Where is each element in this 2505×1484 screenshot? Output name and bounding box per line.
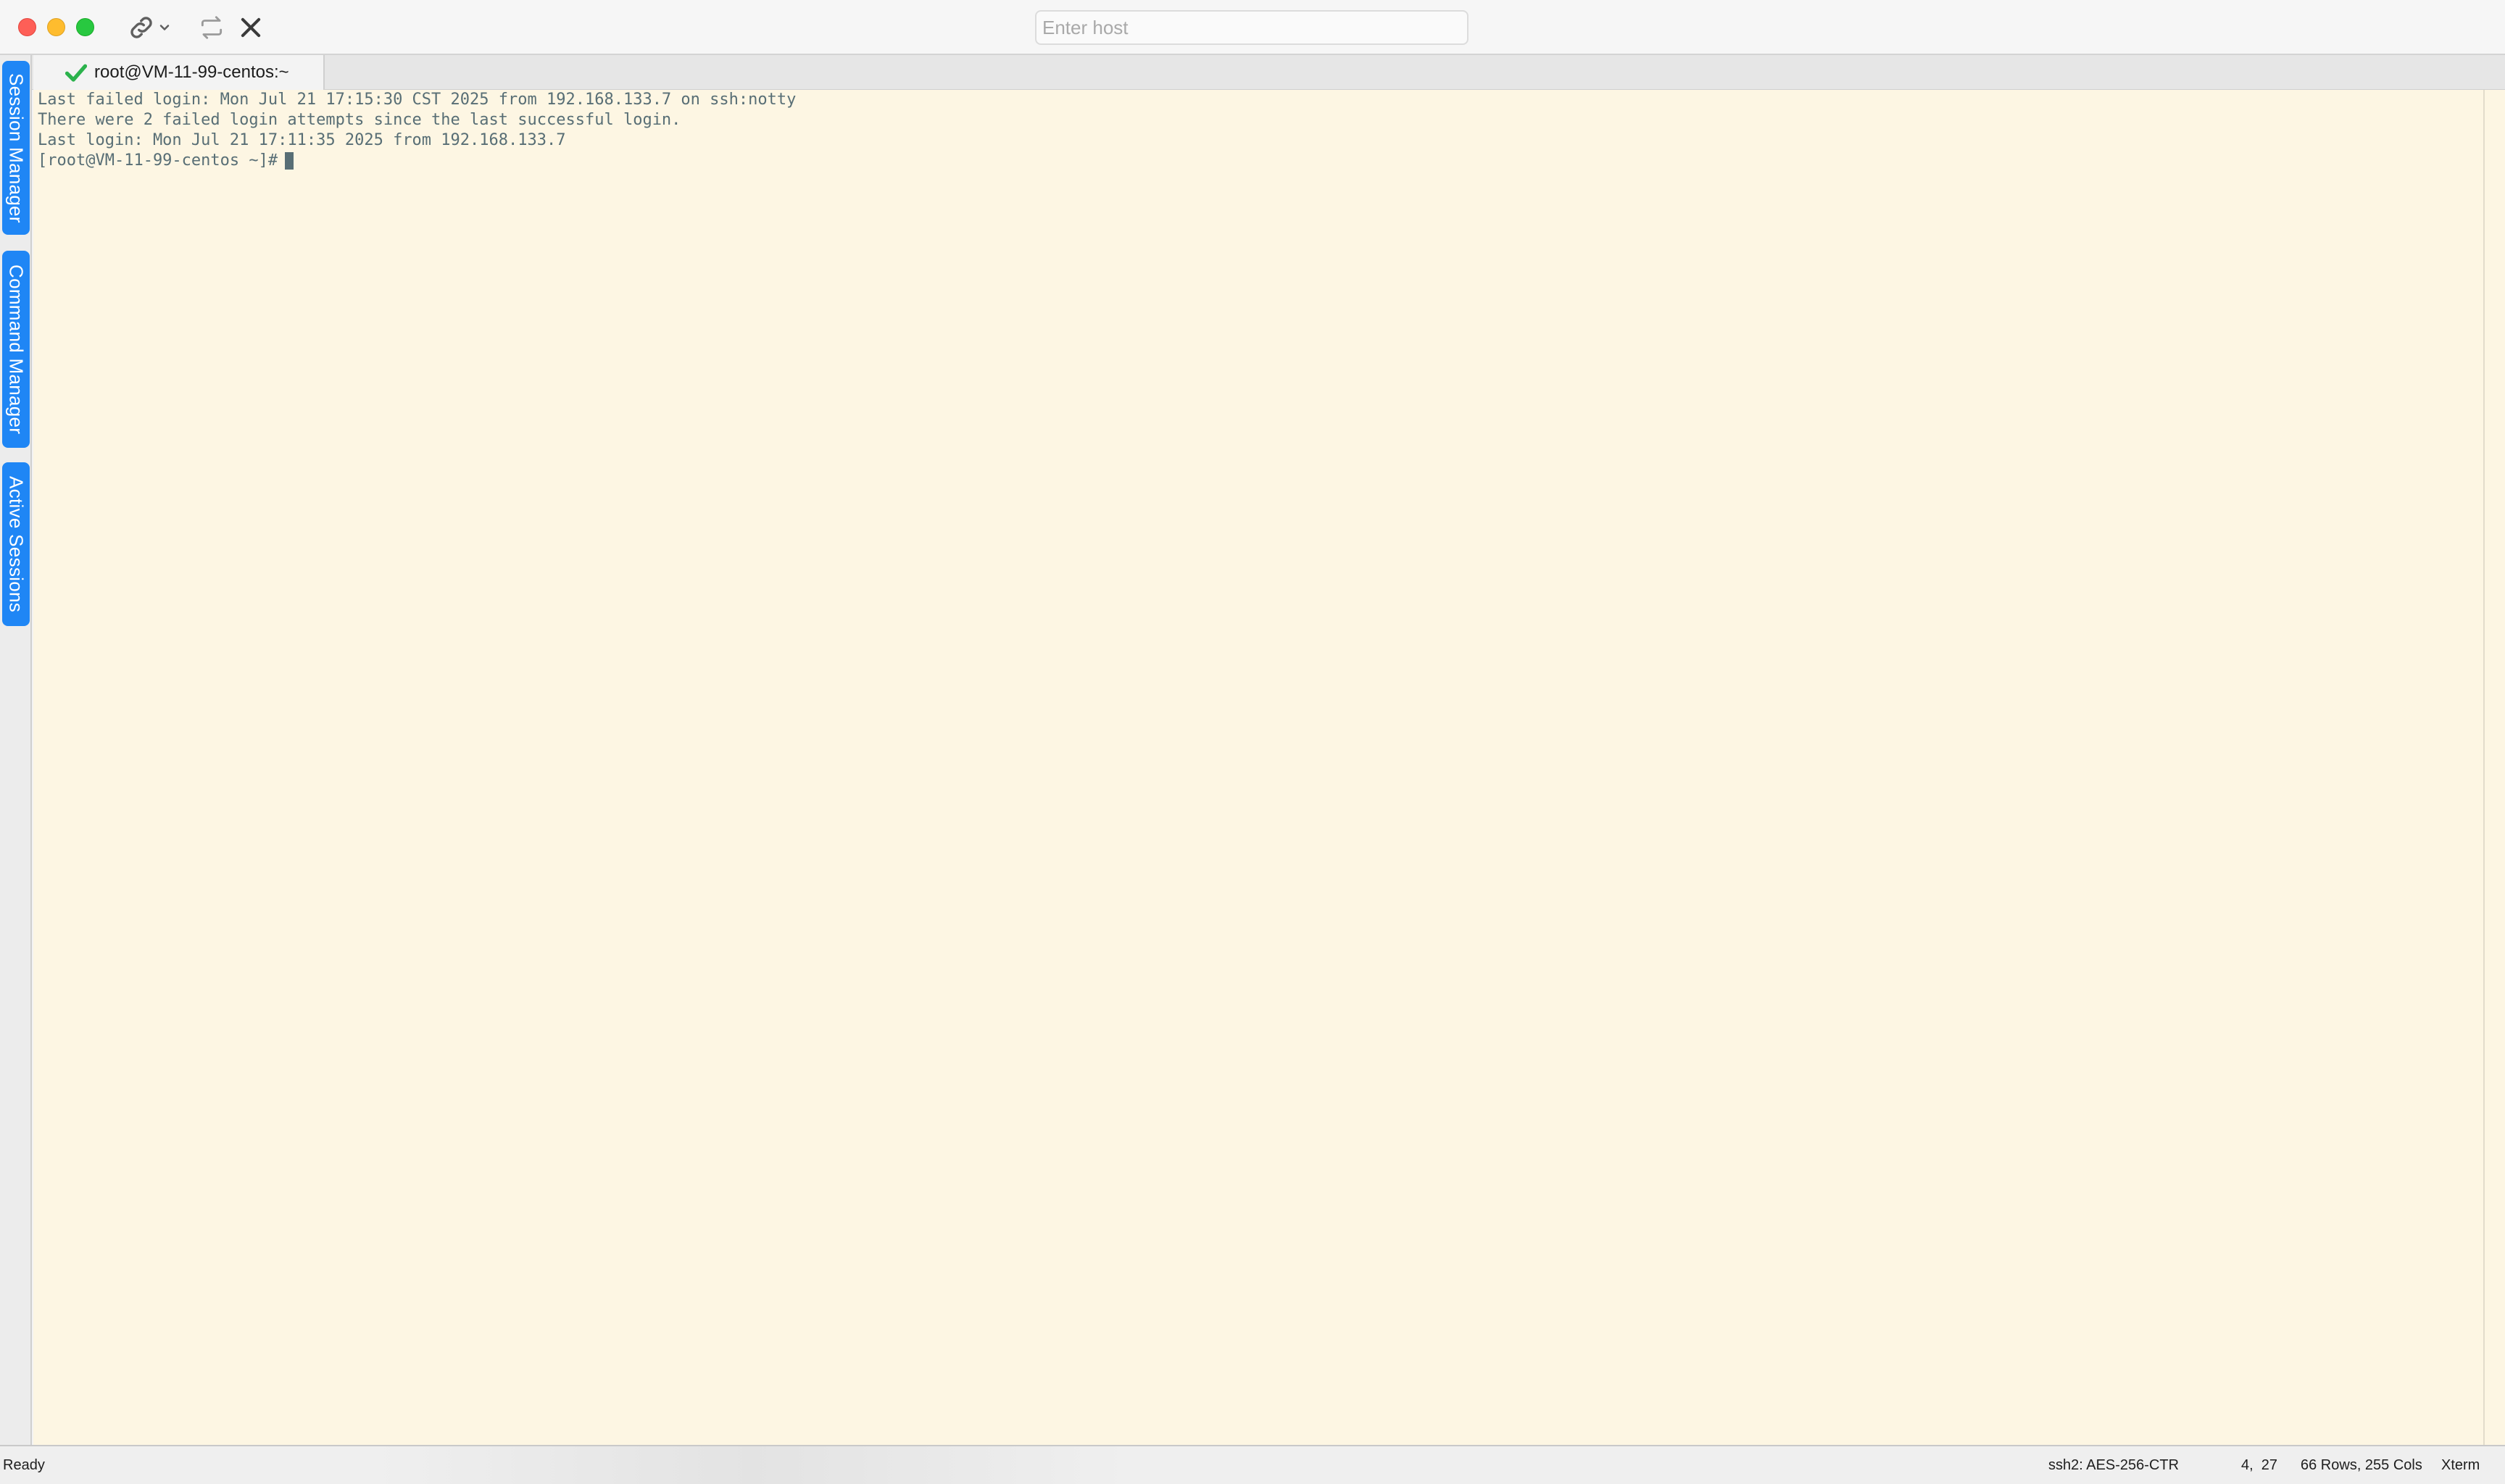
connect-menu-button[interactable] — [123, 10, 175, 45]
status-cursor-position: 4, 27 — [2241, 1456, 2278, 1473]
command-manager-tab[interactable]: Command Manager — [2, 251, 30, 448]
terminal-line: Last failed login: Mon Jul 21 17:15:30 C… — [38, 91, 797, 109]
terminal-scrollbar[interactable] — [2483, 90, 2505, 1445]
active-sessions-label: Active Sessions — [5, 475, 28, 613]
window-close-button[interactable] — [18, 18, 36, 36]
reconnect-icon — [201, 16, 223, 39]
session-tab[interactable]: root@VM-11-99-centos:~ — [33, 55, 325, 90]
shell-prompt: [root@VM-11-99-centos ~]# — [38, 151, 278, 170]
terminal-cursor — [285, 152, 294, 170]
active-sessions-tab[interactable]: Active Sessions — [2, 462, 30, 626]
window-maximize-button[interactable] — [76, 18, 94, 36]
session-tab-label: root@VM-11-99-centos:~ — [94, 62, 289, 82]
session-tab-strip: root@VM-11-99-centos:~ — [32, 55, 2505, 90]
terminal-app-window: Session Manager Command Manager Active S… — [0, 0, 2505, 1484]
window-minimize-button[interactable] — [47, 18, 65, 36]
session-manager-tab[interactable]: Session Manager — [2, 61, 30, 235]
session-manager-label: Session Manager — [5, 72, 28, 223]
status-state: Ready — [3, 1456, 45, 1473]
status-cipher: ssh2: AES-256-CTR — [2048, 1456, 2180, 1473]
chevron-down-icon — [159, 25, 170, 30]
side-panel-tabs: Session Manager Command Manager Active S… — [0, 55, 32, 1445]
terminal-output[interactable]: Last failed login: Mon Jul 21 17:15:30 C… — [33, 90, 2483, 1445]
terminal-prompt-line: [root@VM-11-99-centos ~]# — [38, 151, 2479, 171]
link-icon — [130, 17, 152, 38]
close-icon — [241, 17, 261, 38]
reconnect-button[interactable] — [194, 10, 229, 45]
terminal-line: There were 2 failed login attempts since… — [38, 111, 681, 129]
status-terminal-size: 66 Rows, 255 Cols — [2301, 1456, 2422, 1473]
check-icon — [65, 63, 87, 82]
status-bar: Ready ssh2: AES-256-CTR 4, 27 66 Rows, 2… — [0, 1445, 2505, 1484]
title-bar — [0, 0, 2505, 55]
host-input[interactable] — [1035, 10, 1468, 45]
command-manager-label: Command Manager — [5, 264, 28, 435]
terminal-line: Last login: Mon Jul 21 17:11:35 2025 fro… — [38, 131, 566, 149]
disconnect-button[interactable] — [233, 10, 268, 45]
status-terminal-type: Xterm — [2441, 1456, 2480, 1473]
